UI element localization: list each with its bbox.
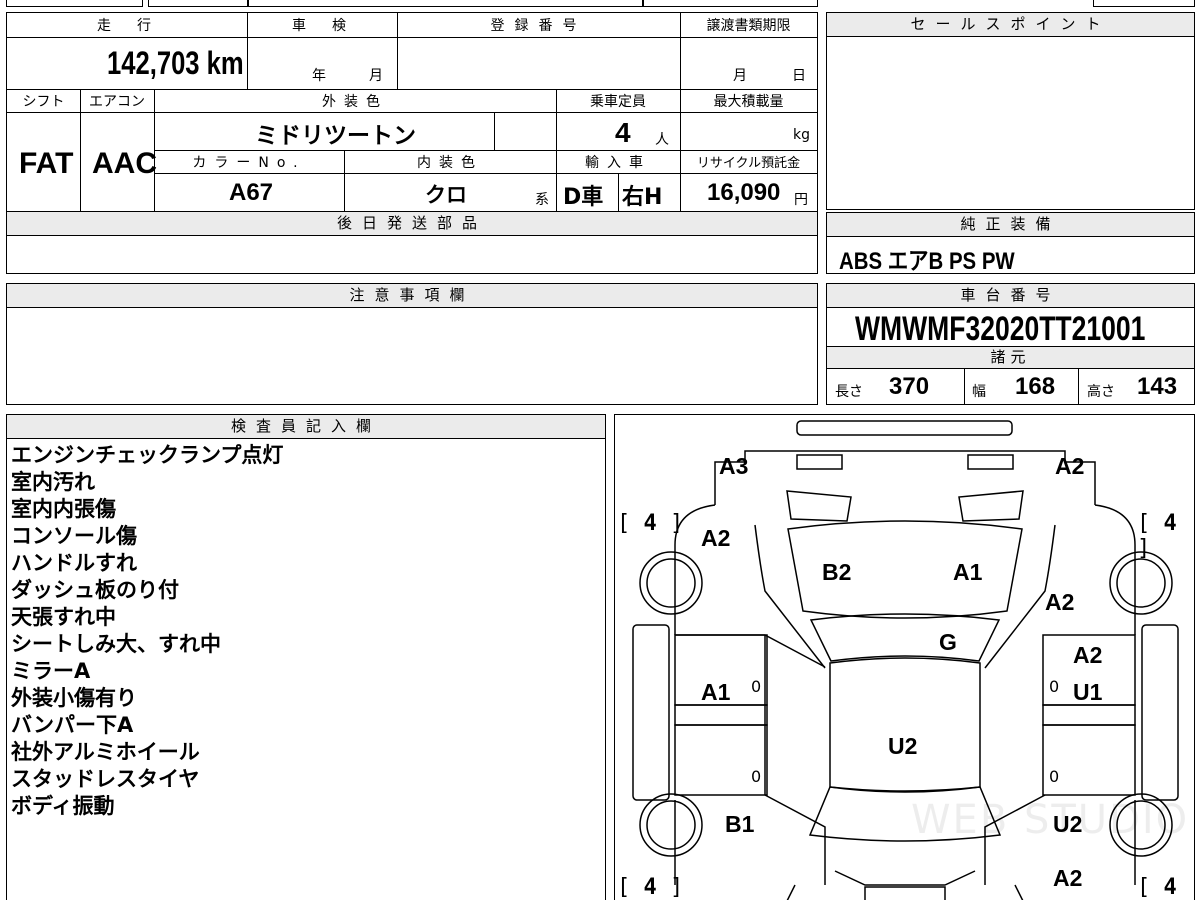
shift-value: FAT <box>19 147 74 180</box>
diag-rear-left: B1 <box>725 811 755 837</box>
recycle-value: 16,090 <box>707 179 781 206</box>
car-diagram-box: A3 A2 A2 B2 A1 A2 G A2 A1 U1 U2 B1 U2 A2… <box>614 414 1195 900</box>
chassis-number: WMWMF32020TT21001 <box>855 310 1146 348</box>
diag-left-fender: A2 <box>701 525 731 551</box>
zero-mark-2: 0 <box>1049 677 1060 696</box>
import-label: 輸入車 <box>585 154 651 171</box>
chassis-box: 車台番号 WMWMF32020TT21001 諸元 長さ 370 幅 168 高… <box>826 283 1195 405</box>
length-value: 370 <box>889 373 930 400</box>
inspector-note-item: スタッドレスタイヤ <box>11 767 200 791</box>
diag-right-rear-door: U1 <box>1073 679 1103 705</box>
zero-mark-1: 0 <box>751 677 762 696</box>
interior-color-suffix: 系 <box>535 192 549 208</box>
diag-hood-right: A1 <box>953 559 983 585</box>
top-strip-5 <box>1093 0 1195 7</box>
exterior-color-label: 外装色 <box>322 93 388 110</box>
diag-right-fender: A2 <box>1045 589 1075 615</box>
inspector-note-item: コンソール傷 <box>11 524 137 548</box>
capacity-unit: 人 <box>655 132 669 148</box>
inspector-note-item: 社外アルミホイール <box>11 740 200 764</box>
watermark: WEB STUDIO <box>911 797 1190 843</box>
mileage-label: 走 行 <box>97 18 157 34</box>
ac-value: AAC <box>92 147 157 180</box>
inspector-note-item: ボディ振動 <box>11 794 115 818</box>
caution-box: 注意事項欄 <box>6 283 818 405</box>
zero-mark-4: 0 <box>1049 767 1060 786</box>
main-info-box: 走 行 車 検 登録番号 譲渡書類期限 142,703 km 年 月 月 日 シ… <box>6 12 818 274</box>
transfer-label: 譲渡書類期限 <box>706 18 791 34</box>
sales-point-label: セールスポイント <box>827 13 1194 37</box>
diag-roof: U2 <box>888 733 918 759</box>
equipment-box: 純正装備 ABS エアB PS PW <box>826 212 1195 275</box>
diag-rear-bottom-right: A2 <box>1053 865 1083 891</box>
inspection-label: 車 検 <box>292 18 352 34</box>
equipment-value: ABS エアB PS PW <box>839 248 1015 275</box>
tire-tread-front-left: [ 4 ] <box>617 511 684 536</box>
recycle-label: リサイクル預託金 <box>696 156 801 171</box>
max-load-unit: kg <box>793 127 810 143</box>
inspector-note-item: 室内内張傷 <box>11 497 116 521</box>
sales-point-box: セールスポイント <box>826 12 1195 210</box>
inspector-note-item: エンジンチェックランプ点灯 <box>11 443 284 467</box>
handle-value: 右H <box>622 185 663 210</box>
width-value: 168 <box>1015 373 1056 400</box>
later-parts-label: 後日発送部品 <box>7 212 817 236</box>
height-label: 高さ <box>1087 384 1115 400</box>
color-no-value: A67 <box>229 179 274 206</box>
top-strip-3 <box>248 0 643 7</box>
top-strip-1 <box>6 0 143 7</box>
inspector-label: 検査員記入欄 <box>7 415 605 439</box>
specs-label: 諸元 <box>827 347 1194 369</box>
diag-left-door: A1 <box>701 679 731 705</box>
diag-front-left: A3 <box>719 453 749 479</box>
inspector-note-item: ミラーA <box>11 659 91 683</box>
mileage-value: 142,703 km <box>107 45 244 81</box>
recycle-unit: 円 <box>794 192 808 208</box>
inspector-note-item: 外装小傷有り <box>11 686 137 710</box>
diag-hood-left: B2 <box>822 559 852 585</box>
inspector-note-item: バンパー下A <box>11 713 134 737</box>
inspection-month: 月 <box>369 68 383 84</box>
inspector-notes: エンジンチェックランプ点灯 室内汚れ室内内張傷コンソール傷 ハンドルすれダッシュ板の… <box>11 442 283 820</box>
height-value: 143 <box>1137 373 1178 400</box>
registration-label: 登録番号 <box>490 18 587 34</box>
max-load-label: 最大積載量 <box>713 93 784 110</box>
capacity-label: 乗車定員 <box>590 93 646 110</box>
transfer-day: 日 <box>792 68 806 84</box>
zero-mark-3: 0 <box>751 767 762 786</box>
diag-front-right: A2 <box>1055 453 1085 479</box>
ac-label: エアコン <box>89 93 145 110</box>
inspector-note-item: ダッシュ板のり付 <box>11 578 179 602</box>
top-strip-2 <box>148 0 248 7</box>
top-strip-4 <box>643 0 818 7</box>
inspector-note-item: ハンドルすれ <box>11 551 137 575</box>
inspector-note-item: 天張すれ中 <box>11 605 116 629</box>
width-label: 幅 <box>972 384 986 400</box>
inspector-box: 検査員記入欄 エンジンチェックランプ点灯 室内汚れ室内内張傷コンソール傷 ハンドルす… <box>6 414 606 900</box>
inspection-year: 年 <box>312 68 326 84</box>
equipment-label: 純正装備 <box>827 213 1194 237</box>
capacity-value: 4 <box>615 117 631 148</box>
exterior-color-value: ミドリツートン <box>255 123 416 149</box>
tire-tread-front-right: [ 4 ] <box>1137 511 1177 561</box>
caution-label: 注意事項欄 <box>7 284 817 308</box>
diag-right-front-door: A2 <box>1073 642 1103 668</box>
chassis-label: 車台番号 <box>827 284 1194 308</box>
inspector-note-item: 室内汚れ <box>11 470 95 494</box>
diag-windshield: G <box>939 629 957 655</box>
length-label: 長さ <box>835 384 863 400</box>
shift-label: シフト <box>22 93 65 110</box>
color-no-label: カラーNo. <box>192 154 306 171</box>
import-value: D車 <box>563 185 604 210</box>
interior-color-value: クロ <box>425 183 467 207</box>
transfer-month: 月 <box>733 68 747 84</box>
interior-color-label: 内装色 <box>417 154 483 171</box>
inspector-note-item: シートしみ大、すれ中 <box>11 632 221 656</box>
tire-tread-rear-right: [ 4 ] <box>1137 875 1177 900</box>
tire-tread-rear-left: [ 4 ] <box>617 875 684 900</box>
